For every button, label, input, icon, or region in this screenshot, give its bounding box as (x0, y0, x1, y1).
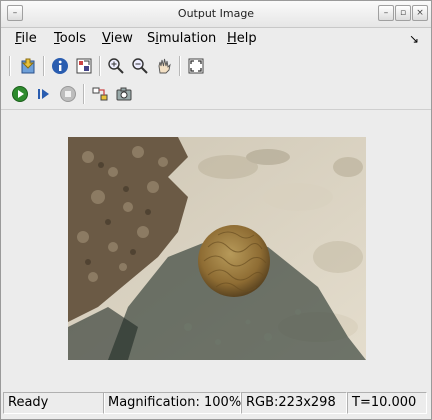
run-icon[interactable] (9, 83, 31, 105)
window-title: Output Image (177, 7, 255, 20)
zoom-out-icon[interactable] (129, 55, 151, 77)
fit-to-window-icon[interactable] (185, 55, 207, 77)
menu-file[interactable]: File (15, 31, 37, 46)
toolbar-separator (43, 56, 45, 76)
menu-view[interactable]: View (102, 31, 133, 46)
toolbar-separator (9, 56, 11, 76)
title-bar: – Output Image – ▫ × (1, 1, 431, 28)
status-dimensions: RGB:223x298 (241, 392, 347, 414)
pan-hand-icon[interactable] (153, 55, 175, 77)
image-canvas[interactable] (1, 109, 431, 388)
toolbar-separator (99, 56, 101, 76)
open-in-editor-icon[interactable] (17, 55, 39, 77)
maximize-button[interactable]: ▫ (395, 5, 411, 21)
highlight-block-icon[interactable] (89, 83, 111, 105)
menu-tools[interactable]: Tools (54, 31, 86, 46)
status-magnification: Magnification: 100% (103, 392, 241, 414)
step-icon[interactable] (33, 83, 55, 105)
toolbar-separator (83, 84, 85, 104)
minimize-button[interactable]: – (378, 5, 394, 21)
toolbar-simulation (1, 80, 431, 108)
menu-simulation[interactable]: Simulation (147, 31, 216, 46)
info-icon[interactable] (49, 55, 71, 77)
zoom-in-icon[interactable] (105, 55, 127, 77)
status-time: T=10.000 (347, 392, 427, 414)
status-ready: Ready (3, 392, 105, 414)
menu-help[interactable]: Help (227, 31, 257, 46)
output-image-window: – Output Image – ▫ × File Tools View Sim… (0, 0, 432, 420)
toolbar-separator (179, 56, 181, 76)
toolbar-image (1, 52, 431, 80)
close-button[interactable]: × (412, 5, 428, 21)
snapshot-camera-icon[interactable] (113, 83, 135, 105)
status-bar: Ready Magnification: 100% RGB:223x298 T=… (1, 390, 431, 416)
stop-icon[interactable] (57, 83, 79, 105)
dock-arrow-icon[interactable]: ↘ (409, 32, 419, 46)
output-image (68, 137, 366, 360)
menu-bar: File Tools View Simulation Help ↘ (1, 28, 431, 50)
pixel-region-icon[interactable] (73, 55, 95, 77)
